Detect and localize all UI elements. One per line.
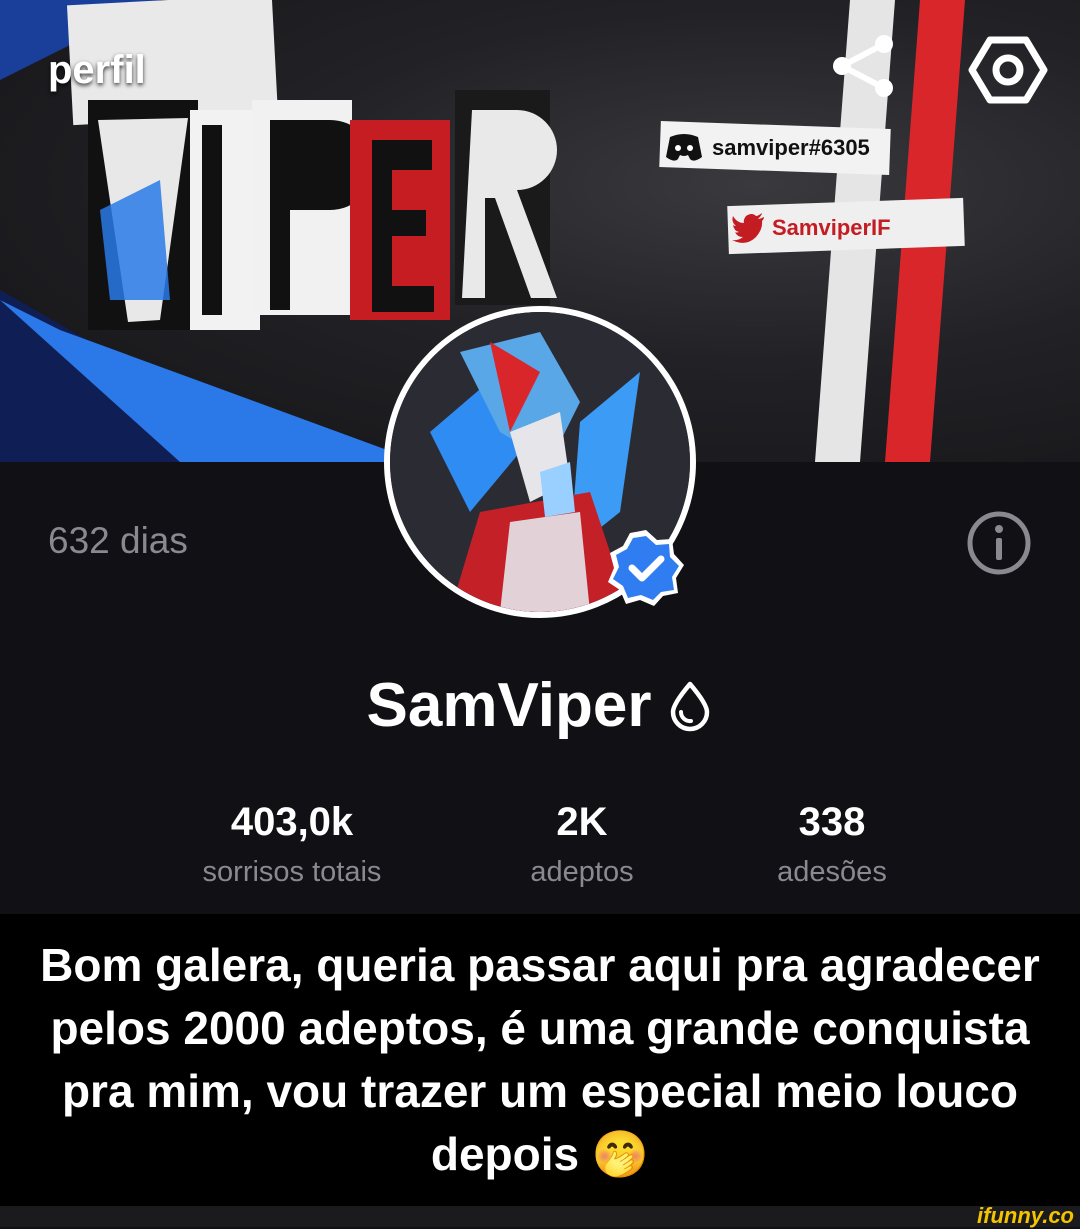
stat-followers[interactable]: 2K adeptos bbox=[462, 798, 702, 889]
discord-handle: samviper#6305 bbox=[712, 135, 870, 160]
stat-value: 2K bbox=[556, 800, 608, 844]
twitter-handle: SamviperIF bbox=[772, 215, 891, 240]
stat-following[interactable]: 338 adesões bbox=[712, 798, 952, 889]
settings-icon bbox=[968, 36, 1048, 104]
info-button[interactable] bbox=[966, 510, 1032, 576]
discord-icon bbox=[666, 134, 702, 161]
stat-value: 338 bbox=[798, 800, 866, 844]
share-icon bbox=[833, 35, 893, 97]
share-button[interactable] bbox=[828, 30, 900, 102]
watermark: ifunny.co bbox=[977, 1202, 1074, 1228]
username: SamViper bbox=[366, 671, 652, 740]
stat-label: sorrisos totais bbox=[202, 856, 382, 888]
username-row: SamViper bbox=[0, 670, 1080, 741]
meme-caption: Bom galera, queria passar aqui pra agrad… bbox=[0, 914, 1080, 1206]
twitter-icon bbox=[732, 213, 764, 243]
settings-button[interactable] bbox=[968, 30, 1048, 110]
stat-label: adesões bbox=[777, 856, 887, 888]
stat-value: 403,0k bbox=[230, 800, 354, 844]
verified-badge-icon bbox=[608, 530, 684, 606]
verified-badge bbox=[606, 528, 686, 608]
droplet-icon bbox=[671, 681, 710, 731]
account-age: 632 dias bbox=[48, 520, 188, 561]
caption-text: Bom galera, queria passar aqui pra agrad… bbox=[40, 939, 1040, 1180]
footer-strip bbox=[0, 1206, 1080, 1227]
stat-label: adeptos bbox=[530, 856, 634, 888]
discord-tag: samviper#6305 bbox=[664, 130, 870, 166]
page-title: perfil bbox=[48, 48, 146, 92]
twitter-tag: SamviperIF bbox=[732, 208, 891, 248]
stat-total-smiles: 403,0k sorrisos totais bbox=[172, 798, 412, 889]
info-icon bbox=[967, 511, 1031, 575]
